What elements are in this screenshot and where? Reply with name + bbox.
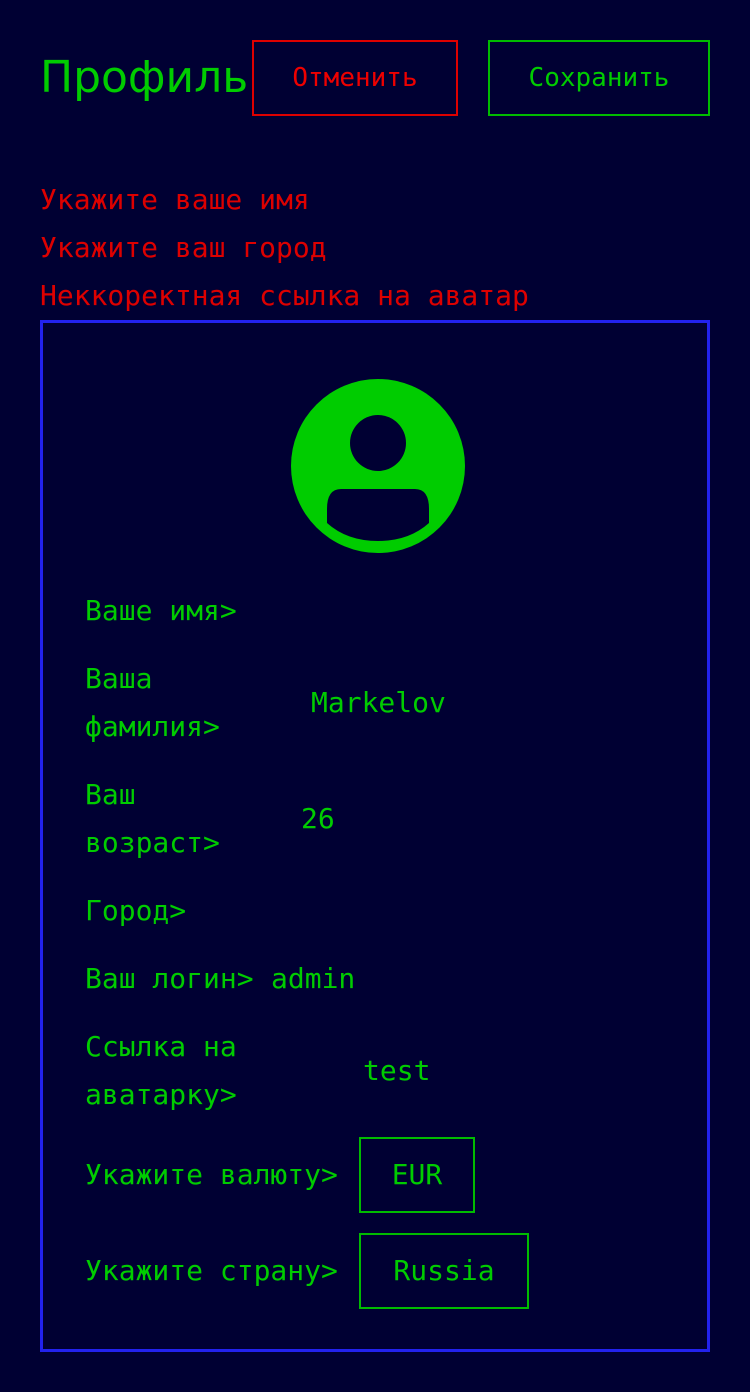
age-label: Ваш возраст> — [85, 778, 220, 859]
country-row: Укажите страну> Russia — [85, 1233, 685, 1309]
error-avatar-url: Неккоректная ссылка на аватар — [40, 279, 529, 312]
city-row[interactable]: Город> — [85, 887, 685, 935]
error-list: Укажите ваше имя Укажите ваш город Некко… — [40, 176, 720, 320]
currency-label: Укажите валюту> — [85, 1158, 338, 1191]
save-button[interactable]: Сохранить — [488, 40, 710, 116]
page-title: Профиль — [40, 52, 249, 103]
profile-card: Ваше имя> Ваша фамилия> Markelov Ваш воз… — [40, 320, 710, 1352]
age-input[interactable]: 26 — [301, 795, 335, 843]
error-city: Укажите ваш город — [40, 231, 327, 264]
user-icon[interactable] — [289, 377, 467, 555]
currency-select[interactable]: EUR — [359, 1137, 475, 1213]
header: Профиль Отменить Сохранить — [40, 40, 710, 116]
currency-row: Укажите валюту> EUR — [85, 1137, 685, 1213]
last-name-row[interactable]: Ваша фамилия> Markelov — [85, 655, 685, 751]
first-name-row[interactable]: Ваше имя> — [85, 587, 685, 635]
login-row[interactable]: Ваш логин> admin — [85, 955, 685, 1003]
city-label: Город> — [85, 894, 187, 927]
avatar-url-label: Ссылка на аватарку> — [85, 1030, 237, 1111]
country-label: Укажите страну> — [85, 1254, 338, 1287]
first-name-label: Ваше имя> — [85, 594, 237, 627]
login-label: Ваш логин> — [85, 962, 254, 995]
last-name-input[interactable]: Markelov — [311, 679, 446, 727]
error-first-name: Укажите ваше имя — [40, 183, 310, 216]
age-row[interactable]: Ваш возраст> 26 — [85, 771, 685, 867]
login-input[interactable]: admin — [271, 955, 355, 1003]
country-select[interactable]: Russia — [359, 1233, 529, 1309]
last-name-label: Ваша фамилия> — [85, 662, 220, 743]
avatar-url-input[interactable]: test — [363, 1047, 430, 1095]
cancel-button[interactable]: Отменить — [252, 40, 458, 116]
avatar-url-row[interactable]: Ссылка на аватарку> test — [85, 1023, 685, 1119]
